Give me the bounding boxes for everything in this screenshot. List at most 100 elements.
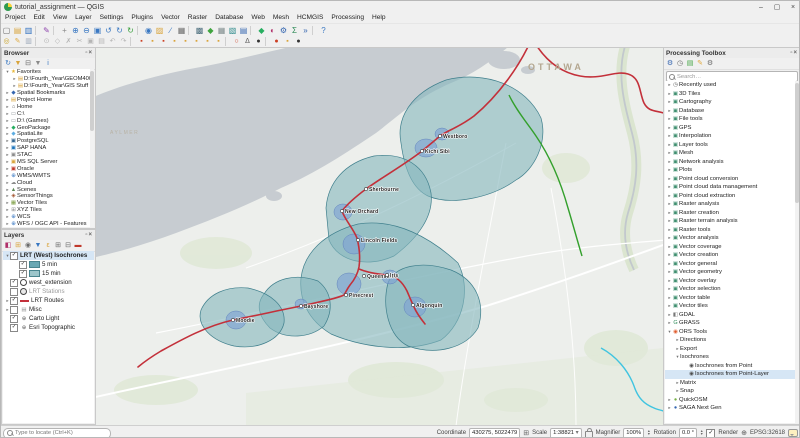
algorithm-quickosm[interactable]: ▸●QuickOSM xyxy=(665,396,799,405)
add-feature-icon[interactable]: ⊙ xyxy=(41,36,52,47)
save-project-icon[interactable]: ▥ xyxy=(23,25,34,36)
layer-item-misc[interactable]: ▸▤Misc xyxy=(3,305,94,314)
new-annotation-icon[interactable]: ○ xyxy=(231,36,242,47)
processing-toolbox-icon[interactable]: ⚙ xyxy=(278,25,289,36)
python-console-icon[interactable]: » xyxy=(300,25,311,36)
browser-item-d-fourth-year-gis-stuff[interactable]: ▸▤D:\Fourth_Year\GIS Stuff xyxy=(3,83,94,90)
menu-help[interactable]: Help xyxy=(368,13,390,23)
manage-themes-icon[interactable]: ◉ xyxy=(23,241,33,251)
close-button[interactable]: × xyxy=(785,2,800,13)
menu-hcmgis[interactable]: HCMGIS xyxy=(293,13,327,23)
menu-vector[interactable]: Vector xyxy=(157,13,184,23)
street-view-icon[interactable]: ▪ xyxy=(282,36,293,47)
layer-item-5-min[interactable]: ✓5 min xyxy=(3,260,94,269)
refresh-browser-icon[interactable]: ↻ xyxy=(3,59,13,69)
browser-item-wcs[interactable]: ▸⊕WCS xyxy=(3,214,94,221)
delete-selected-icon[interactable]: ✗ xyxy=(63,36,74,47)
pin-unpin-labels-icon[interactable]: ▪ xyxy=(169,36,180,47)
collapse-all-icon[interactable]: ⊟ xyxy=(23,59,33,69)
redo-icon[interactable]: ↷ xyxy=(118,36,129,47)
algorithm-plots[interactable]: ▸▣Plots xyxy=(665,166,799,175)
algorithm-cartography[interactable]: ▸▣Cartography xyxy=(665,98,799,107)
layer-visibility-checkbox[interactable]: ✓ xyxy=(19,270,27,278)
layer-item-lrt-west-isochrones[interactable]: ▾✓LRT (West) Isochrones xyxy=(3,251,94,260)
add-delimited-text-icon[interactable]: ▤ xyxy=(238,25,249,36)
properties-icon[interactable]: i xyxy=(43,59,53,69)
algorithm-isochrones-from-point-layer[interactable]: ◉Isochrones from Point-Layer xyxy=(665,370,799,379)
menu-layer[interactable]: Layer xyxy=(71,13,96,23)
algorithm-raster-analysis[interactable]: ▸▣Raster analysis xyxy=(665,200,799,209)
browser-item-c[interactable]: ▸▭C:\ xyxy=(3,110,94,117)
layer-visibility-checkbox[interactable]: ✓ xyxy=(10,315,18,323)
crs-value[interactable]: EPSG:32618 xyxy=(750,430,785,436)
browser-item-postgresql[interactable]: ▸▣PostgreSQL xyxy=(3,138,94,145)
algorithm-vector-geometry[interactable]: ▸▣Vector geometry xyxy=(665,268,799,277)
point-annotation-icon[interactable]: ● xyxy=(253,36,264,47)
browser-item-project-home[interactable]: ▸▤Project Home xyxy=(3,97,94,104)
algorithm-interpolation[interactable]: ▸▣Interpolation xyxy=(665,132,799,141)
algorithm-file-tools[interactable]: ▸▣File tools xyxy=(665,115,799,124)
browser-item-stac[interactable]: ▸▣STAC xyxy=(3,152,94,159)
browser-scrollbar[interactable] xyxy=(90,69,94,227)
attribute-table-icon[interactable]: ▦ xyxy=(176,25,187,36)
style-manager-icon[interactable]: ✎ xyxy=(41,25,52,36)
undo-icon[interactable]: ↶ xyxy=(107,36,118,47)
collapse-all-icon[interactable]: ⊟ xyxy=(63,241,73,251)
algorithm-layer-tools[interactable]: ▸▣Layer tools xyxy=(665,141,799,150)
label-options-icon[interactable]: ▪ xyxy=(136,36,147,47)
algorithm-point-cloud-conversion[interactable]: ▸▣Point cloud conversion xyxy=(665,175,799,184)
results-viewer-icon[interactable]: ▤ xyxy=(685,59,695,69)
layer-item-lrt-stations[interactable]: LRT Stations xyxy=(3,287,94,296)
render-checkbox[interactable]: ✓ xyxy=(706,429,715,438)
menu-mesh[interactable]: Mesh xyxy=(269,13,293,23)
refresh-map-icon[interactable]: ↻ xyxy=(125,25,136,36)
filter-expression-icon[interactable]: ε xyxy=(43,241,53,251)
extents-icon[interactable]: ⊞ xyxy=(523,429,529,437)
algorithm-vector-creation[interactable]: ▸▣Vector creation xyxy=(665,251,799,260)
models-icon[interactable]: ⚙ xyxy=(665,59,675,69)
browser-item-spatialite[interactable]: ▸◆SpatiaLite xyxy=(3,131,94,138)
zoom-last-icon[interactable]: ↺ xyxy=(103,25,114,36)
algorithm-vector-selection[interactable]: ▸▣Vector selection xyxy=(665,285,799,294)
menu-view[interactable]: View xyxy=(49,13,71,23)
enable-filter-icon[interactable]: ▼ xyxy=(33,59,43,69)
paste-features-icon[interactable]: ▤ xyxy=(96,36,107,47)
menu-project[interactable]: Project xyxy=(1,13,30,23)
algorithm-network-analysis[interactable]: ▸▣Network analysis xyxy=(665,158,799,167)
pin-labels-icon[interactable]: ◎ xyxy=(1,36,12,47)
algorithm-export[interactable]: ▸Export xyxy=(665,345,799,354)
browser-item-sap-hana[interactable]: ▸▣SAP HANA xyxy=(3,145,94,152)
browser-item-vector-tiles[interactable]: ▸▦Vector Tiles xyxy=(3,200,94,207)
layer-item-west-extension[interactable]: ✓west_extension xyxy=(3,278,94,287)
history-icon[interactable]: ◷ xyxy=(675,59,685,69)
map-canvas[interactable]: OTTAWA AYLMER WestboroKìchì SìbìSherbour… xyxy=(96,47,663,425)
magnifier-value[interactable]: 100% xyxy=(623,428,644,438)
layer-visibility-checkbox[interactable] xyxy=(10,306,18,314)
move-label-icon[interactable]: ▪ xyxy=(191,36,202,47)
measure-icon[interactable]: ∕ xyxy=(165,25,176,36)
osm-search-icon[interactable]: ● xyxy=(271,36,282,47)
algorithm-raster-creation[interactable]: ▸▣Raster creation xyxy=(665,209,799,218)
browser-item-wms-wmts[interactable]: ▸⊕WMS/WMTS xyxy=(3,172,94,179)
browser-item-oracle[interactable]: ▸▣Oracle xyxy=(3,165,94,172)
algorithm-vector-analysis[interactable]: ▸▣Vector analysis xyxy=(665,234,799,243)
algorithm-vector-general[interactable]: ▸▣Vector general xyxy=(665,260,799,269)
minimize-button[interactable]: – xyxy=(753,2,769,13)
algorithm-saga-next-gen[interactable]: ▸●SAGA Next Gen xyxy=(665,404,799,413)
edit-in-place-icon[interactable]: ✎ xyxy=(695,59,705,69)
layer-visibility-checkbox[interactable]: ✓ xyxy=(10,252,18,260)
change-label-icon[interactable]: ▪ xyxy=(213,36,224,47)
new-project-icon[interactable]: ▢ xyxy=(1,25,12,36)
layer-visibility-checkbox[interactable]: ✓ xyxy=(10,279,18,287)
select-features-icon[interactable]: ▨ xyxy=(154,25,165,36)
toggle-editing-icon[interactable]: ✎ xyxy=(12,36,23,47)
menu-settings[interactable]: Settings xyxy=(96,13,128,23)
algorithm-vector-table[interactable]: ▸▣Vector table xyxy=(665,294,799,303)
browser-item-cloud[interactable]: ▸☁Cloud xyxy=(3,179,94,186)
browser-item-favorites[interactable]: ▾★Favorites xyxy=(3,69,94,76)
algorithm-raster-terrain-analysis[interactable]: ▸▣Raster terrain analysis xyxy=(665,217,799,226)
filter-browser-icon[interactable]: ▼ xyxy=(13,59,23,69)
menu-processing[interactable]: Processing xyxy=(327,13,368,23)
rotation-stepper[interactable]: ▲▼ xyxy=(700,430,703,437)
cut-features-icon[interactable]: ✂ xyxy=(74,36,85,47)
